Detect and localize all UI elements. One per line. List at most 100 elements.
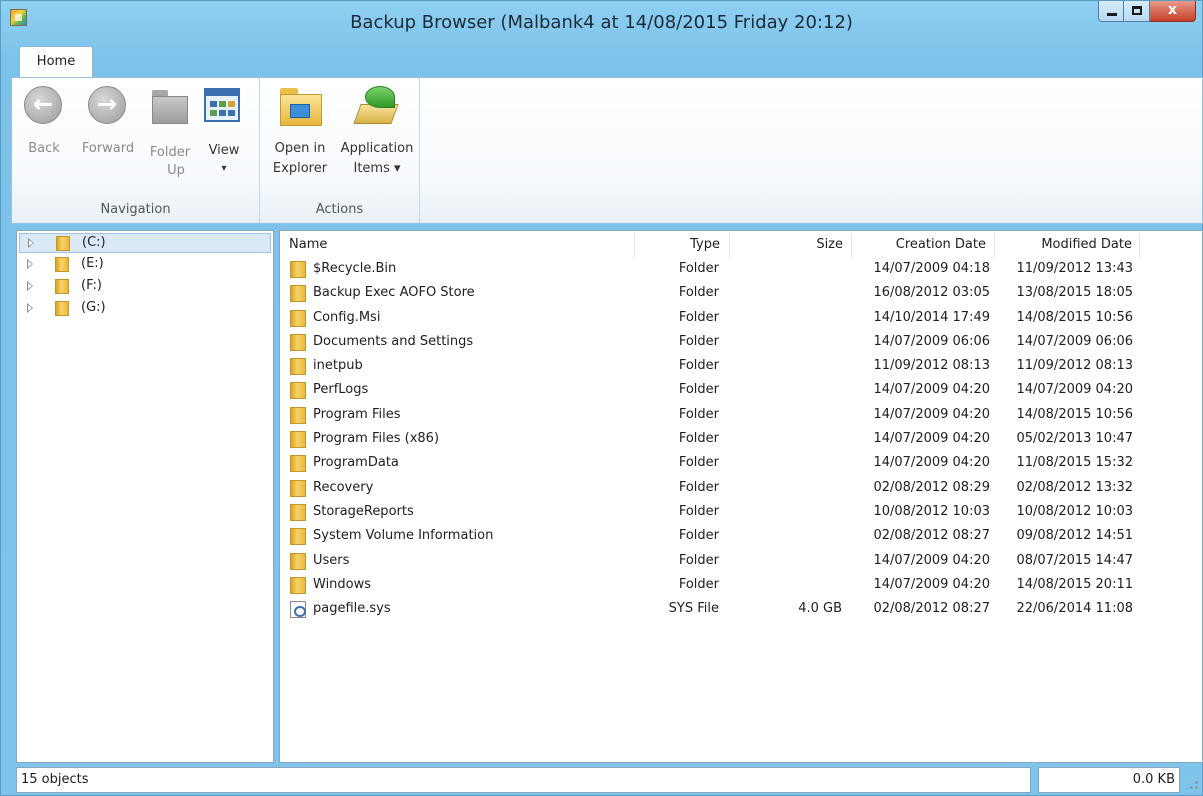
table-row[interactable]: System Volume Information Folder 02/08/201… [280,525,1200,549]
back-label: Back [28,141,60,156]
creation-date: 14/07/2009 04:20 [873,455,990,471]
tree-item-f[interactable]: (F:) [19,277,271,297]
table-row[interactable]: Recovery Folder 02/08/2012 08:29 02/08/2012… [280,477,1200,501]
forward-arrow-icon: → [88,86,126,124]
table-row[interactable]: StorageReports Folder 10/08/2012 10:03 10/0… [280,501,1200,525]
file-name: PerfLogs [313,382,369,398]
table-row[interactable]: Backup Exec AOFO Store Folder 16/08/2012 0… [280,282,1200,306]
maximize-icon [1132,6,1142,15]
file-name: pagefile.sys [313,601,391,617]
folder-icon [290,261,306,278]
tree-item-g[interactable]: (G:) [19,299,271,319]
window-title: Backup Browser (Malbank4 at 14/08/2015 F… [350,12,853,33]
resize-grip-icon[interactable] [1184,775,1200,791]
column-header-size[interactable]: Size [730,234,852,258]
application-items-label-line1: Application [340,141,414,156]
column-header-creation-date[interactable]: Creation Date [852,234,995,258]
table-row[interactable]: Windows Folder 14/07/2009 04:20 14/08/2015 … [280,574,1200,598]
table-row[interactable]: ProgramData Folder 14/07/2009 04:20 11/08/2… [280,452,1200,476]
creation-date: 14/10/2014 17:49 [873,309,990,325]
modified-date: 22/06/2014 11:08 [1016,601,1133,617]
modified-date: 14/08/2015 10:56 [1016,309,1133,325]
file-name: inetpub [313,358,363,374]
file-list[interactable]: Name Type Size Creation Date Modified Da… [279,230,1203,763]
open-in-explorer-button[interactable]: Open in Explorer [268,86,332,180]
system-file-icon [290,601,306,619]
application-items-icon [353,86,401,126]
file-name: Documents and Settings [313,333,474,349]
creation-date: 14/07/2009 04:20 [873,406,990,422]
creation-date: 11/09/2012 08:13 [873,358,990,374]
file-type: Folder [678,552,719,568]
modified-date: 08/07/2015 14:47 [1016,552,1133,568]
creation-date: 14/07/2009 04:20 [873,552,990,568]
file-name: Users [313,552,350,568]
expand-arrow-icon[interactable] [27,259,33,269]
object-count: 15 objects [16,767,1031,793]
file-type: Folder [678,503,719,519]
close-button[interactable]: x [1150,1,1196,22]
folder-icon [290,528,306,546]
table-row[interactable]: Config.Msi Folder 14/10/2014 17:49 14/08/20… [280,307,1200,331]
ribbon: ← Back → Forward Folder Up View ▾ Naviga… [11,77,1203,224]
file-name: Program Files [313,406,401,422]
table-row[interactable]: Program Files Folder 14/07/2009 04:20 14/08… [280,404,1200,428]
file-type: Folder [678,309,719,325]
file-name: $Recycle.Bin [313,261,397,276]
file-type: Folder [678,261,719,276]
modified-date: 02/08/2012 13:32 [1016,479,1133,495]
actions-group-label: Actions [315,202,364,217]
column-header-modified-date[interactable]: Modified Date [995,234,1140,258]
table-row[interactable]: Documents and Settings Folder 14/07/2009 0… [280,331,1200,355]
column-header-type[interactable]: Type [635,234,730,258]
creation-date: 14/07/2009 06:06 [873,333,990,349]
ribbon-group-navigation: ← Back → Forward Folder Up View ▾ Naviga… [12,78,260,223]
folder-up-button[interactable]: Folder Up [146,86,194,182]
minimize-button[interactable] [1098,1,1124,22]
table-row[interactable]: $Recycle.Bin Folder 14/07/2009 04:18 11/09/… [280,258,1200,282]
file-type: Folder [678,479,719,495]
view-button[interactable]: View ▾ [202,86,246,180]
file-type: Folder [678,528,719,544]
column-header-row: Name Type Size Creation Date Modified Da… [280,234,1140,258]
file-type: Folder [678,455,719,471]
maximize-button[interactable] [1124,1,1150,22]
back-button[interactable]: ← Back [24,86,64,160]
expand-arrow-icon[interactable] [28,238,34,248]
drive-tree[interactable]: (C:) (E:) (F:) (G:) [16,230,274,763]
expand-arrow-icon[interactable] [27,303,33,313]
modified-date: 09/08/2012 14:51 [1016,528,1133,544]
minimize-icon [1107,13,1117,16]
view-icon [204,88,240,122]
creation-date: 16/08/2012 03:05 [873,285,990,301]
selection-size: 0.0 KB [1038,767,1180,793]
forward-label: Forward [81,141,135,156]
table-row[interactable]: inetpub Folder 11/09/2012 08:13 11/09/2012 … [280,355,1200,379]
folder-icon [55,257,69,272]
folder-icon [290,382,306,400]
expand-arrow-icon[interactable] [27,281,33,291]
tree-item-e[interactable]: (E:) [19,255,271,275]
table-row[interactable]: Users Folder 14/07/2009 04:20 08/07/2015 14… [280,550,1200,574]
tree-item-label: (F:) [81,278,102,293]
file-name: Backup Exec AOFO Store [313,285,475,301]
tree-item-c[interactable]: (C:) [19,233,271,253]
open-in-explorer-label-line2: Explorer [272,161,328,176]
modified-date: 10/08/2012 10:03 [1016,503,1133,519]
column-header-name[interactable]: Name [280,234,635,258]
folder-icon [55,279,69,294]
table-row[interactable]: Program Files (x86) Folder 14/07/2009 04:2… [280,428,1200,452]
tab-home[interactable]: Home [19,46,93,78]
modified-date: 14/07/2009 06:06 [1016,333,1133,349]
application-items-label-line2: Items ▾ [353,161,401,176]
forward-button[interactable]: → Forward [76,86,140,160]
table-row[interactable]: PerfLogs Folder 14/07/2009 04:20 14/07/2009… [280,379,1200,403]
title-bar[interactable]: Backup Browser (Malbank4 at 14/08/2015 F… [1,1,1202,45]
folder-icon [290,479,306,497]
modified-date: 11/09/2012 08:13 [1016,358,1133,374]
application-items-button[interactable]: Application Items ▾ [336,86,418,180]
file-name: Windows [313,576,372,592]
folder-icon [55,301,69,316]
table-row[interactable]: pagefile.sys SYS File 4.0 GB 02/08/2012 08:… [280,598,1200,622]
modified-date: 11/09/2012 13:43 [1016,261,1133,276]
